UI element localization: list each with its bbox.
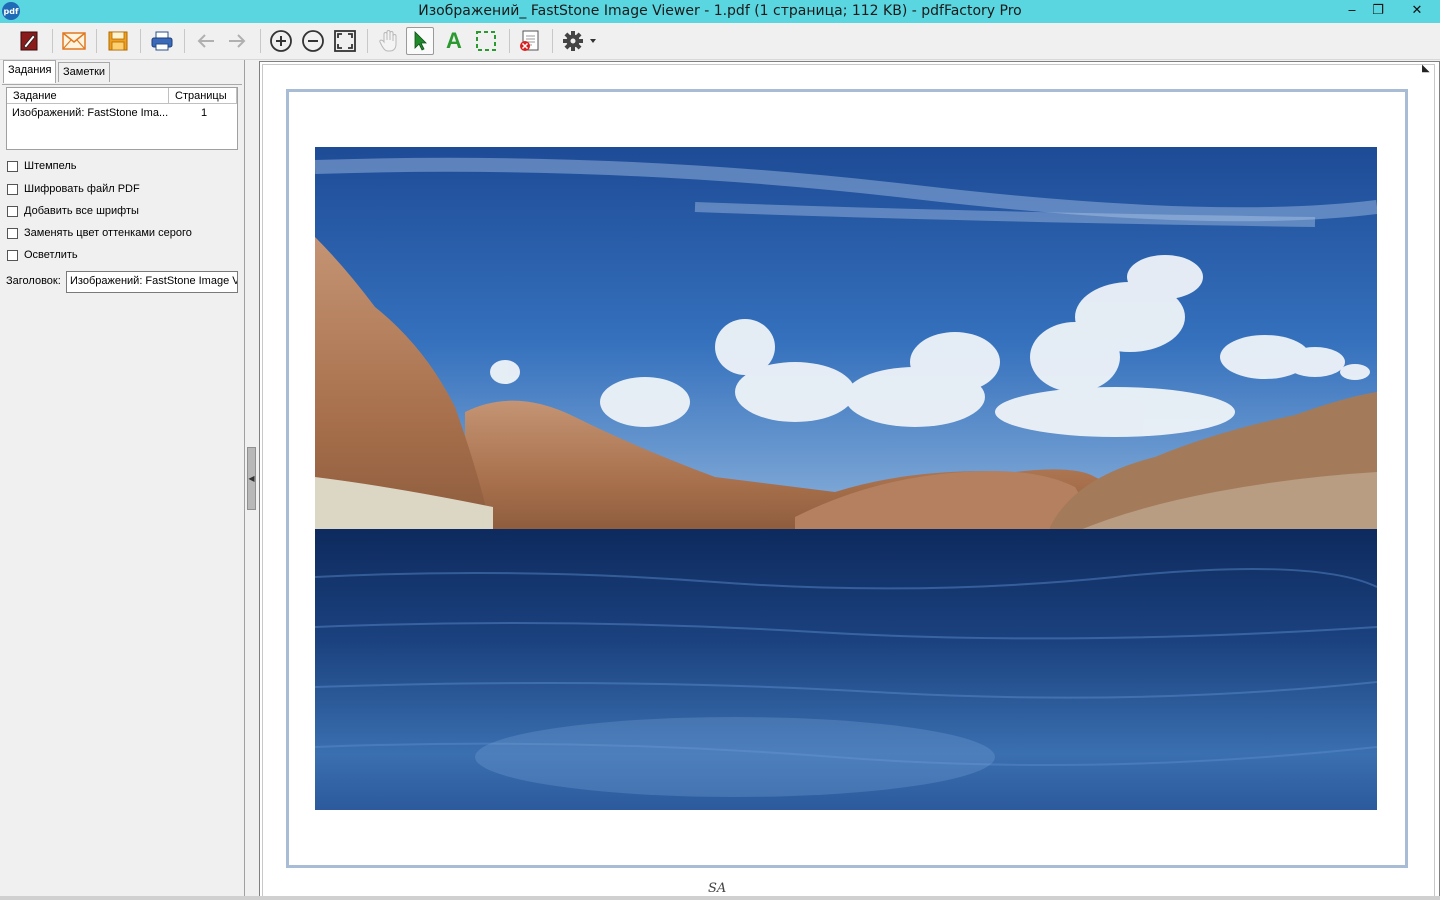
tab-jobs[interactable]: Задания <box>3 60 57 83</box>
title-input[interactable]: Изображений: FastStone Image V <box>66 271 238 293</box>
email-icon[interactable] <box>60 27 88 55</box>
grayscale-label: Заменять цвет оттенками серого <box>24 227 192 239</box>
option-embed-fonts[interactable]: Добавить все шрифты <box>7 203 139 219</box>
embed-fonts-label: Добавить все шрифты <box>24 205 139 217</box>
option-lighten[interactable]: Осветлить <box>7 247 78 263</box>
option-grayscale[interactable]: Заменять цвет оттенками серого <box>7 225 192 241</box>
lake-landscape-photo <box>315 147 1377 810</box>
signature-mark: SA <box>708 881 727 896</box>
text-tool-glyph: A <box>446 28 462 53</box>
embed-fonts-checkbox[interactable] <box>7 205 18 217</box>
zoom-in-icon[interactable] <box>267 27 295 55</box>
edit-icon[interactable] <box>15 27 43 55</box>
save-icon[interactable] <box>104 27 132 55</box>
select-arrow-icon[interactable] <box>406 27 434 55</box>
grayscale-checkbox[interactable] <box>7 227 18 239</box>
option-stamp[interactable]: Штемпель <box>7 158 77 174</box>
column-header-job[interactable]: Задание <box>7 88 169 104</box>
hand-tool-icon[interactable] <box>375 27 403 55</box>
job-name-cell[interactable]: Изображений: FastStone Ima... <box>12 107 168 119</box>
title-bar: pdf Изображений_ FastStone Image Viewer … <box>0 0 1440 23</box>
lighten-label: Осветлить <box>24 249 78 261</box>
title-field-label: Заголовок: <box>6 275 61 287</box>
status-strip <box>0 896 1440 900</box>
stamp-label: Штемпель <box>24 160 77 172</box>
forward-arrow-icon[interactable] <box>223 27 251 55</box>
tab-notes[interactable]: Заметки <box>58 62 111 82</box>
column-header-pages[interactable]: Страницы <box>169 88 237 104</box>
back-arrow-icon[interactable] <box>192 27 220 55</box>
job-list[interactable]: Задание Страницы Изображений: FastStone … <box>6 87 238 150</box>
job-pages-cell[interactable]: 1 <box>201 107 207 119</box>
option-encrypt[interactable]: Шифровать файл PDF <box>7 181 140 197</box>
print-icon[interactable] <box>148 27 176 55</box>
window-title: Изображений_ FastStone Image Viewer - 1.… <box>418 3 1022 19</box>
encrypt-checkbox[interactable] <box>7 183 18 195</box>
lighten-checkbox[interactable] <box>7 249 18 261</box>
zoom-out-icon[interactable] <box>299 27 327 55</box>
area-select-icon[interactable] <box>472 27 500 55</box>
fit-page-icon[interactable] <box>331 27 359 55</box>
text-select-icon[interactable]: A <box>440 27 468 55</box>
toolbar: A <box>0 23 1440 60</box>
stamp-checkbox[interactable] <box>7 160 18 172</box>
panel-collapse-handle[interactable]: ◀ <box>247 447 256 510</box>
encrypt-label: Шифровать файл PDF <box>24 183 140 195</box>
restore-button[interactable]: ❐ <box>1363 0 1393 20</box>
delete-page-icon[interactable] <box>516 27 544 55</box>
close-button[interactable]: ✕ <box>1402 0 1432 20</box>
left-panel: Задания Заметки Задание Страницы Изображ… <box>0 60 245 900</box>
settings-gear-icon[interactable] <box>560 27 600 55</box>
resize-corner-icon[interactable]: ◣ <box>1422 63 1430 74</box>
